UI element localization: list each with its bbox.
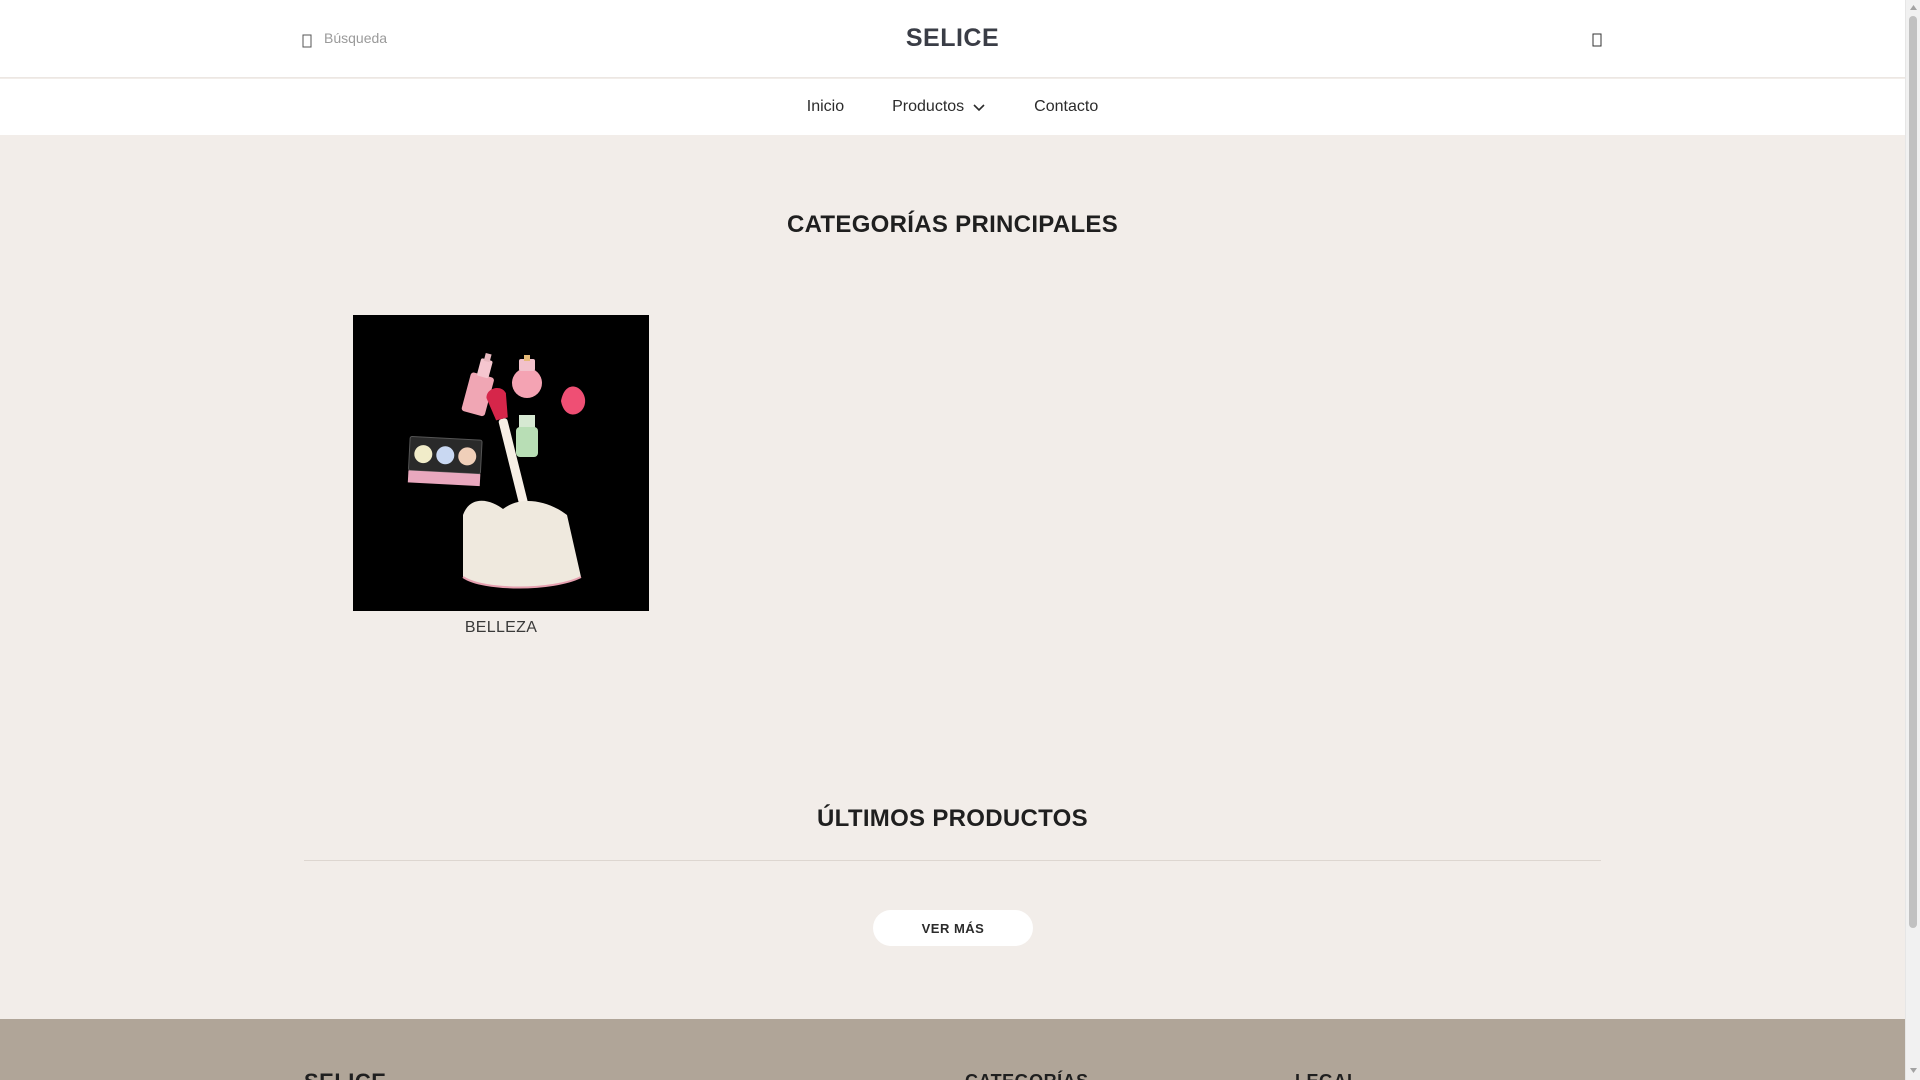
main-nav: Inicio Productos Contacto [0,79,1905,135]
footer-legal-heading: LEGAL [1295,1071,1359,1080]
latest-products-title: ÚLTIMOS PRODUCTOS [817,805,1088,832]
category-image[interactable] [353,315,649,611]
chevron-down-icon [973,104,985,112]
categories-title: CATEGORÍAS PRINCIPALES [786,211,1119,238]
scroll-up-arrow-icon[interactable] [1909,3,1918,12]
header: SELICE [0,0,1905,78]
cart-icon[interactable] [1592,33,1602,47]
nav-item-label: Inicio [806,98,845,115]
footer-brand: SELICE [304,1069,386,1080]
nav-item-contacto[interactable]: Contacto [1034,98,1098,116]
see-more-button[interactable]: VER MÁS [873,910,1033,946]
nav-item-label: Productos [892,98,965,115]
category-label[interactable]: BELLEZA [353,619,649,637]
brand-logo[interactable]: SELICE [0,24,1905,53]
nav-item-inicio[interactable]: Inicio [807,98,844,116]
page-scrollbar[interactable] [1905,0,1920,1080]
scroll-down-arrow-icon[interactable] [1909,1066,1918,1075]
footer-categories-heading: CATEGORÍAS [965,1071,1089,1080]
page: SELICE Inicio Productos Contacto CATEGOR… [0,0,1905,1080]
scrollbar-thumb[interactable] [1909,16,1917,928]
footer: SELICE CATEGORÍAS LEGAL [0,1019,1905,1080]
category-card-belleza[interactable]: BELLEZA [353,315,649,637]
nav-item-productos[interactable]: Productos [892,98,986,116]
nav-item-label: Contacto [1034,98,1099,115]
section-divider [304,860,1601,861]
